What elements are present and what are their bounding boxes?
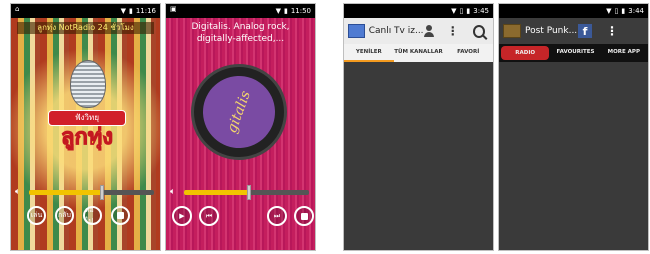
wifi-icon: ▼ — [451, 6, 457, 15]
volume-fill — [29, 190, 102, 195]
status-bar: ▼ ▯ ▮ 3:45 — [344, 4, 493, 18]
play-button[interactable]: เล่น — [27, 206, 46, 225]
microphone-icon — [70, 60, 106, 108]
tv-app-icon — [348, 24, 365, 38]
station-title: ลูกทุ่ง NotRadio 24 ชั่วโมง — [17, 22, 154, 34]
tab-bar: YENİLER TÜM KANALLAR FAVORİ — [344, 44, 493, 62]
tab-favourites[interactable]: FAVOURITES — [551, 44, 599, 62]
next-icon: ⏭︎ — [273, 211, 281, 220]
radio-app-icon — [503, 24, 521, 38]
speaker-icon: 🔈︎ — [170, 187, 176, 197]
status-bar: ▣ ▼ ▮ 11:50 — [166, 4, 315, 18]
battery-icon: ▮ — [283, 6, 288, 15]
play-icon: ▶ — [179, 212, 185, 220]
volume-thumb[interactable] — [99, 185, 104, 200]
back-button[interactable]: กลับ — [55, 206, 74, 225]
volume-slider[interactable]: 🔈︎ — [13, 185, 160, 200]
wifi-icon: ▼ — [120, 6, 126, 15]
now-playing-text: Digitalis. Analog rock, digitally-affect… — [191, 22, 290, 44]
next-button[interactable]: ⏭︎ — [267, 206, 287, 226]
battery-icon: ▮ — [128, 6, 133, 15]
search-icon[interactable] — [472, 24, 485, 38]
play-button[interactable]: ▶ — [172, 206, 192, 226]
post-punk-app-screen: ▼ ▯ ▮ 3:44 Post Punk... f ⋮ RADIO FAVOUR… — [498, 3, 649, 251]
tab-radio[interactable]: RADIO — [501, 46, 550, 60]
tv-app-screen: ▼ ▯ ▮ 3:45 Canlı Tv iz... ⋮ YENİLER TÜM … — [343, 3, 494, 251]
status-bar: ⌂ ▼ ▮ 11:16 — [11, 4, 160, 18]
tab-more-apps[interactable]: MORE APP — [600, 44, 648, 62]
battery-icon: ▮ — [466, 6, 471, 15]
previous-button[interactable]: ⏮︎ — [199, 206, 219, 226]
wifi-icon: ▼ — [275, 6, 281, 15]
next-button[interactable]: ต่อไป — [83, 206, 102, 225]
app-bar: Canlı Tv iz... ⋮ — [344, 18, 493, 44]
radio-app-screen-1: ⌂ ▼ ▮ 11:16 ลูกทุ่ง NotRadio 24 ชั่วโมง … — [10, 3, 161, 251]
previous-icon: ⏮︎ — [205, 211, 213, 220]
account-icon[interactable] — [423, 25, 434, 37]
status-time: 11:50 — [290, 7, 311, 15]
status-time: 11:16 — [135, 7, 156, 15]
app-title: Canlı Tv iz... — [368, 26, 424, 36]
tab-bar: RADIO FAVOURITES MORE APP — [499, 44, 648, 62]
overflow-menu-icon[interactable]: ⋮ — [606, 25, 618, 37]
app-title: Post Punk... — [525, 26, 578, 36]
status-bar: ▼ ▯ ▮ 3:44 — [499, 4, 648, 18]
sim-icon: ▯ — [459, 6, 464, 15]
status-time: 3:45 — [473, 7, 489, 15]
back-label: กลับ — [58, 211, 71, 219]
play-label: เล่น — [30, 211, 43, 219]
status-time: 3:44 — [628, 7, 644, 15]
volume-slider[interactable]: 🔈︎ — [168, 185, 315, 200]
sim-icon: ▯ — [614, 6, 619, 15]
stop-button[interactable] — [111, 206, 130, 225]
app-icon: ▣ — [170, 5, 177, 13]
tab-favorites[interactable]: FAVORİ — [443, 44, 493, 62]
stop-button[interactable] — [294, 206, 314, 226]
album-art-text: gitalis — [192, 65, 286, 159]
home-icon: ⌂ — [15, 5, 20, 13]
next-label: ต่อไป — [85, 205, 94, 225]
facebook-icon[interactable]: f — [578, 24, 592, 38]
speaker-icon: 🔈︎ — [15, 187, 21, 197]
battery-icon: ▮ — [621, 6, 626, 15]
overflow-menu-icon[interactable]: ⋮ — [447, 25, 459, 37]
app-bar: Post Punk... f ⋮ — [499, 18, 648, 44]
tab-all-channels[interactable]: TÜM KANALLAR — [394, 44, 444, 62]
volume-fill — [184, 190, 249, 195]
station-logo: ลูกทุ่ง — [60, 125, 114, 151]
album-art: gitalis — [191, 64, 287, 160]
radio-app-screen-2: ▣ ▼ ▮ 11:50 Digitalis. Analog rock, digi… — [165, 3, 316, 251]
tab-new[interactable]: YENİLER — [344, 44, 394, 62]
wifi-icon: ▼ — [606, 6, 612, 15]
volume-thumb[interactable] — [247, 185, 251, 200]
